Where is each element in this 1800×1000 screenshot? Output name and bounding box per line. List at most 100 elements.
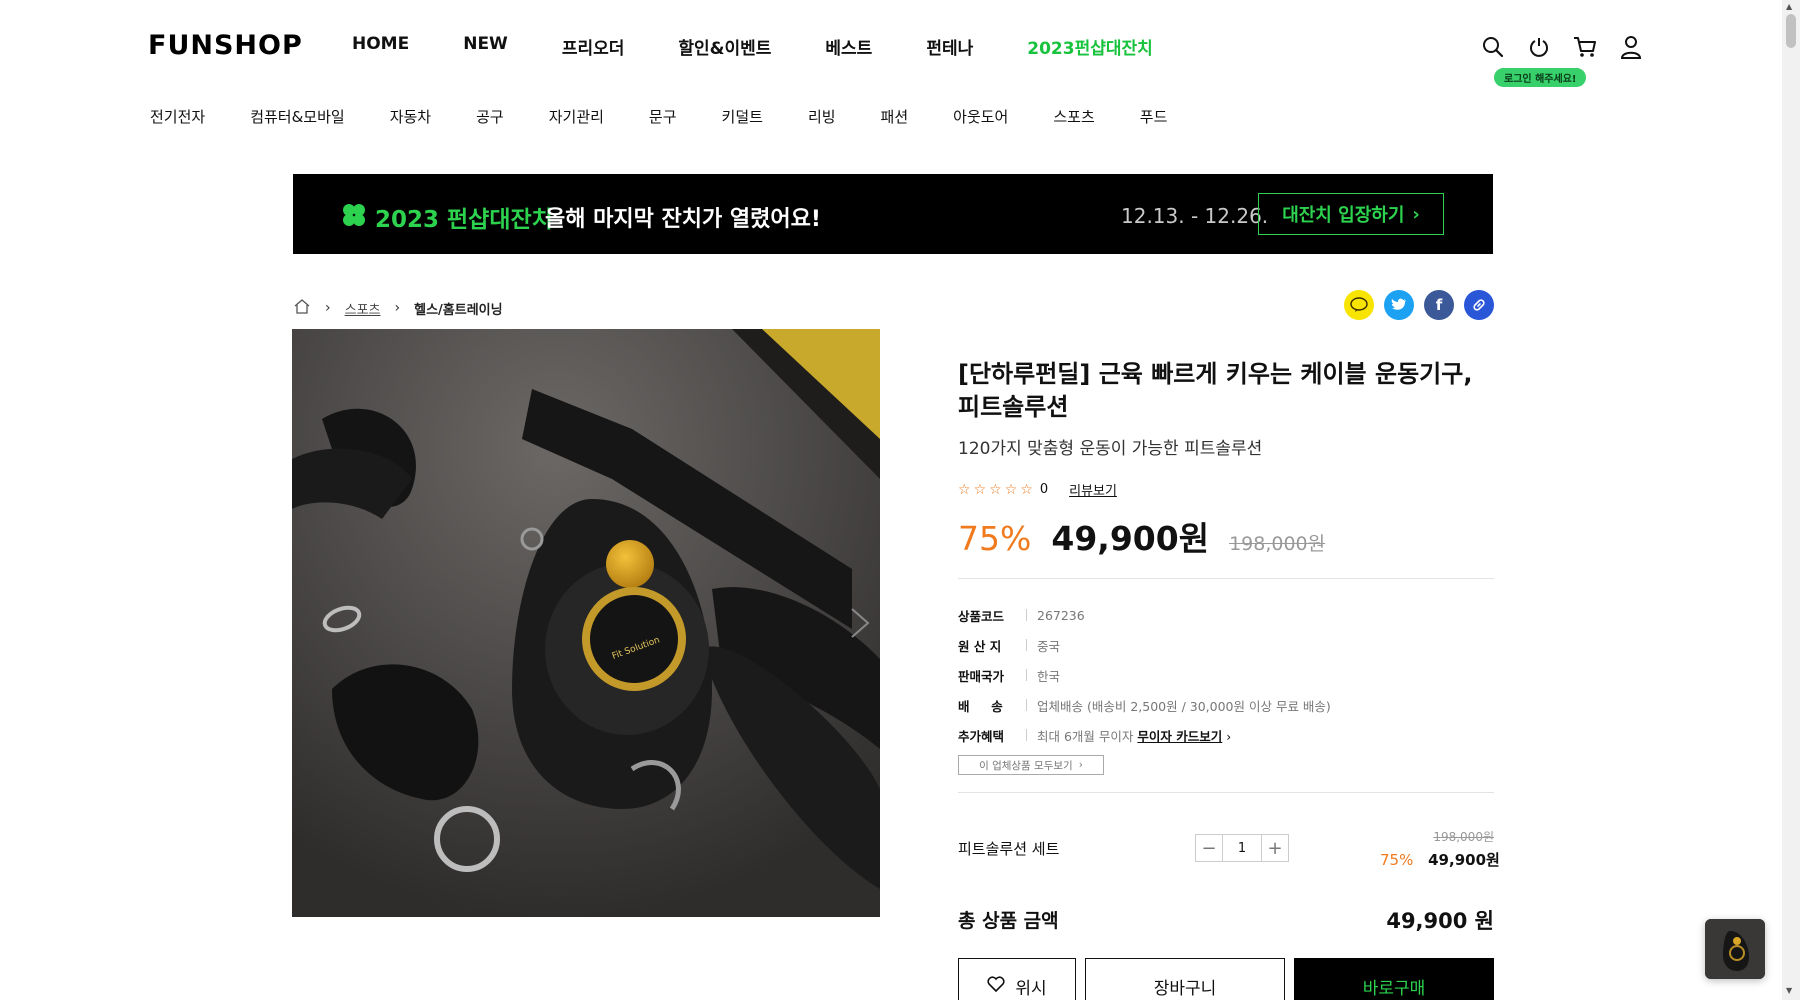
option-sale-price: 49,900원 [1428,851,1500,869]
link-copy-icon[interactable] [1464,290,1494,320]
meta-label: 판매국가 [958,668,1005,684]
quantity-input[interactable]: 1 [1222,835,1262,861]
chevron-right-icon: › [1412,203,1420,225]
nav-new[interactable]: NEW [463,34,508,59]
star-icon: ☆ [958,481,971,498]
star-icon: ☆ [1004,481,1018,498]
scroll-up-icon[interactable]: ▲ [1786,2,1792,11]
banner-subtitle: 올해 마지막 잔치가 열렸어요! [545,207,821,232]
sale-price: 49,900원 [1051,519,1210,558]
share-buttons: f [1344,290,1494,320]
category-item[interactable]: 문구 [649,106,677,127]
card-info-link[interactable]: 무이자 카드보기 [1137,729,1222,744]
power-icon[interactable] [1526,34,1552,60]
category-item[interactable]: 컴퓨터&모바일 [250,106,345,127]
login-tooltip: 로그인 해주세요! [1494,68,1587,87]
festival-enter-label: 대잔치 입장하기 [1282,205,1405,226]
meta-value: 업체배송 (배송비 2,500원 / 30,000원 이상 무료 배송) [1037,698,1331,714]
category-item[interactable]: 푸드 [1140,106,1168,127]
star-icon: ☆ [989,481,1002,498]
product-title: [단하루펀딜] 근육 빠르게 키우는 케이블 운동기구, 피트솔루션 [958,360,1473,421]
wish-button[interactable]: 위시 [958,958,1076,1000]
star-icon: ☆ [1020,481,1033,498]
category-item[interactable]: 스포츠 [1053,106,1094,127]
review-count: 0 [1039,482,1049,497]
meta-row: 원 산 지 중국 [958,630,1331,660]
breadcrumb: › 스포츠 › 헬스/홈트레이닝 [293,298,503,318]
funshop-logo[interactable]: FUNSHOP [148,30,303,61]
option-name: 피트솔루션 세트 [958,840,1060,858]
page-scrollbar[interactable]: ▲ ▼ [1782,0,1800,1000]
heart-icon [987,975,1005,997]
total-value: 49,900 원 [1386,909,1494,933]
nav-preorder[interactable]: 프리오더 [562,34,625,59]
meta-row: 판매국가 한국 [958,660,1331,690]
scroll-down-icon[interactable]: ▼ [1786,986,1792,995]
review-link[interactable]: 리뷰보기 [1069,480,1117,499]
twitter-share-icon[interactable] [1384,290,1414,320]
kakao-share-icon[interactable] [1344,290,1374,320]
category-item[interactable]: 자기관리 [549,106,604,127]
meta-value: 최대 6개월 무이자 무이자 카드보기 › [1037,726,1231,745]
home-icon[interactable] [293,298,311,318]
wish-label: 위시 [1015,978,1047,999]
banner-dates: 12.13. - 12.26. [1121,204,1269,228]
buy-now-button[interactable]: 바로구매 [1294,958,1494,1000]
product-image[interactable]: Fit Solution [292,329,880,917]
facebook-share-icon[interactable]: f [1424,290,1454,320]
meta-value: 267236 [1037,607,1085,623]
category-item[interactable]: 패션 [881,106,909,127]
category-item[interactable]: 전기전자 [150,106,205,127]
breadcrumb-sports[interactable]: 스포츠 [345,299,381,318]
nav-funtena[interactable]: 펀테나 [926,34,973,59]
meta-row: 상품코드 267236 [958,600,1331,630]
main-nav: HOME NEW 프리오더 할인&이벤트 베스트 펀테나 2023펀샵대잔치 [352,34,1207,59]
meta-value: 중국 [1037,638,1061,654]
festival-banner[interactable]: 2023 펀샵대잔치 올해 마지막 잔치가 열렸어요! 12.13. - 12.… [293,174,1493,254]
increase-button[interactable]: + [1262,835,1288,861]
option-price: 198,000원 75% 49,900원 [1380,828,1500,870]
total-label: 총 상품 금액 [958,910,1059,932]
meta-label: 원 산 지 [958,638,1002,654]
category-item[interactable]: 키덜트 [722,106,763,127]
brand-all-button[interactable]: 이 업체상품 모두보기 › [958,755,1104,775]
scrollbar-thumb[interactable] [1786,14,1796,48]
product-subtitle: 120가지 맞춤형 운동이 가능한 피트솔루션 [958,439,1263,459]
nav-sale-event[interactable]: 할인&이벤트 [678,34,771,59]
rating-row: ☆ ☆ ☆ ☆ ☆ 0 리뷰보기 [958,480,1117,500]
meta-row: 추가혜택 최대 6개월 무이자 무이자 카드보기 › [958,720,1331,750]
festival-enter-button[interactable]: 대잔치 입장하기 › [1258,193,1444,235]
category-item[interactable]: 공구 [476,106,504,127]
category-item[interactable]: 자동차 [390,106,431,127]
add-to-cart-button[interactable]: 장바구니 [1085,958,1285,1000]
product-meta: 상품코드 267236 원 산 지 중국 판매국가 한국 배 송 업체배송 (배… [958,600,1331,750]
clover-icon [343,204,365,226]
buy-label: 바로구매 [1362,978,1426,999]
recent-product-thumbnail[interactable] [1705,919,1765,979]
cart-label: 장바구니 [1153,978,1217,999]
category-item[interactable]: 아웃도어 [953,106,1008,127]
meta-value: 한국 [1037,668,1061,684]
chevron-right-icon: › [1078,759,1083,771]
nav-festival[interactable]: 2023펀샵대잔치 [1027,34,1153,59]
star-icon: ☆ [973,481,987,498]
breadcrumb-health[interactable]: 헬스/홈트레이닝 [414,299,502,318]
discount-rate: 75% [958,519,1032,558]
cart-icon[interactable] [1572,34,1598,60]
nav-home[interactable]: HOME [352,34,409,59]
price-row: 75% 49,900원 198,000원 [958,512,1325,560]
chevron-right-icon: › [325,300,331,316]
chevron-right-icon: › [394,300,401,316]
divider [958,792,1494,793]
nav-best[interactable]: 베스트 [825,34,872,59]
header-icons [1480,34,1644,60]
quantity-stepper: − 1 + [1195,834,1289,862]
meta-benefit: 최대 6개월 무이자 [1037,728,1134,744]
search-icon[interactable] [1480,34,1506,60]
option-original-price: 198,000원 [1433,830,1494,844]
category-item[interactable]: 리빙 [808,106,836,127]
decrease-button[interactable]: − [1196,835,1222,861]
original-price: 198,000원 [1229,533,1326,555]
user-icon[interactable] [1618,34,1644,60]
meta-row: 배 송 업체배송 (배송비 2,500원 / 30,000원 이상 무료 배송) [958,690,1331,720]
